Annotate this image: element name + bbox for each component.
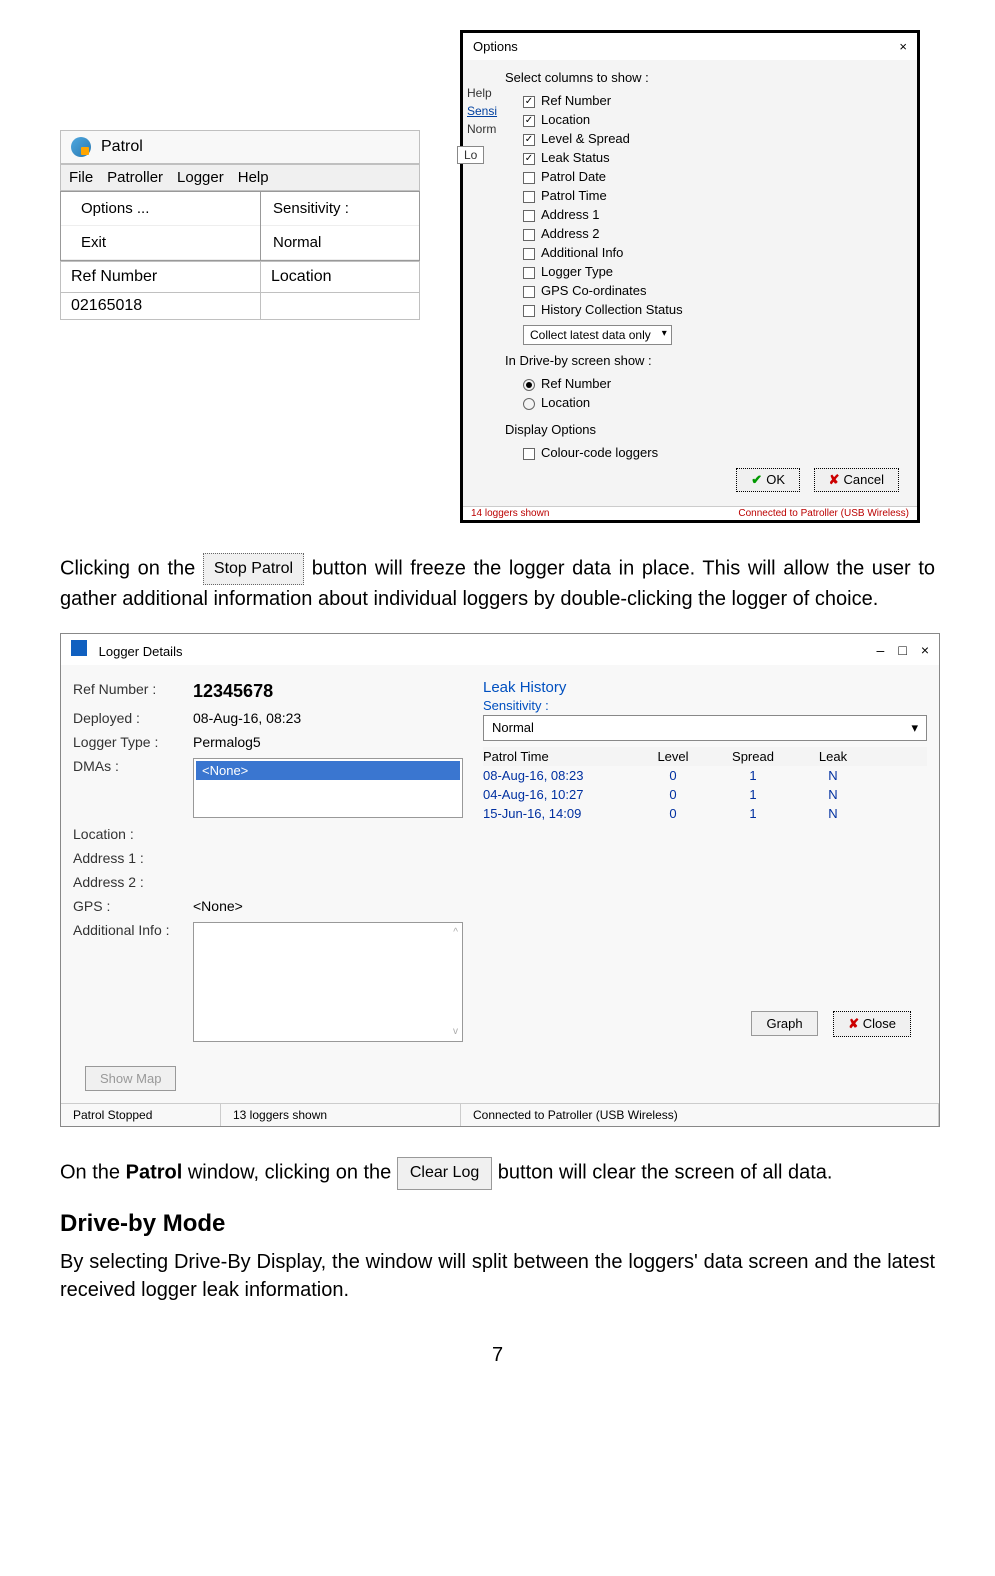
table-row[interactable]: 08-Aug-16, 08:23 0 1 N <box>483 766 927 785</box>
chk-patrol-date[interactable] <box>523 172 535 184</box>
status-loggers: 14 loggers shown <box>471 508 549 519</box>
chk-gps[interactable] <box>523 286 535 298</box>
cancel-button[interactable]: ✘Cancel <box>814 468 899 492</box>
driveby-show-heading: In Drive-by screen show : <box>505 353 909 368</box>
patrol-app-icon <box>71 137 91 157</box>
collect-select[interactable]: Collect latest data only <box>523 325 672 345</box>
radio-refnumber[interactable] <box>523 379 535 391</box>
paragraph-clear-log: On the Patrol window, clicking on the Cl… <box>60 1157 935 1189</box>
close-icon[interactable]: × <box>921 642 929 658</box>
chk-address1[interactable] <box>523 210 535 222</box>
menu-options[interactable]: Options ... <box>61 192 260 226</box>
table-row[interactable]: 04-Aug-16, 10:27 0 1 N <box>483 785 927 804</box>
sensitivity-select[interactable]: Normal▾ <box>483 715 927 741</box>
minimize-icon[interactable]: – <box>877 642 885 658</box>
select-columns-heading: Select columns to show : <box>505 70 909 85</box>
paragraph-drive-by: By selecting Drive-By Display, the windo… <box>60 1248 935 1304</box>
chk-location[interactable] <box>523 115 535 127</box>
table-row[interactable]: 15-Jun-16, 14:09 0 1 N <box>483 804 927 823</box>
col-header-refnumber[interactable]: Ref Number <box>61 262 261 292</box>
chk-address2[interactable] <box>523 229 535 241</box>
menubar: File Patroller Logger Help <box>60 164 420 191</box>
chk-colour-code[interactable] <box>523 448 535 460</box>
location-value <box>261 293 419 319</box>
ld-refnumber: 12345678 <box>193 681 463 702</box>
menu-patroller[interactable]: Patroller <box>107 169 163 186</box>
options-title: Options <box>473 39 518 54</box>
paragraph-stop-patrol: Clicking on the Stop Patrol button will … <box>60 553 935 613</box>
logger-details-window: Logger Details – □ × Ref Number :1234567… <box>60 633 940 1127</box>
logger-details-icon <box>71 640 87 656</box>
graph-button[interactable]: Graph <box>751 1011 817 1036</box>
chk-level-spread[interactable] <box>523 134 535 146</box>
ld-loggertype: Permalog5 <box>193 734 463 750</box>
ld-gps: <None> <box>193 898 463 914</box>
leak-table-header: Patrol Time Level Spread Leak <box>483 747 927 766</box>
chk-patrol-time[interactable] <box>523 191 535 203</box>
chk-leak-status[interactable] <box>523 153 535 165</box>
ok-button[interactable]: ✔OK <box>736 468 800 492</box>
clear-log-button[interactable]: Clear Log <box>397 1157 492 1189</box>
close-button[interactable]: ✘ Close <box>833 1011 911 1037</box>
background-labels: Help Sensi Norm Lo <box>467 68 505 498</box>
menu-file[interactable]: File <box>69 169 93 186</box>
logger-details-statusbar: Patrol Stopped 13 loggers shown Connecte… <box>61 1103 939 1126</box>
file-menu-open: Options ... Exit Sensitivity : Normal <box>60 191 420 261</box>
show-map-button[interactable]: Show Map <box>85 1066 176 1091</box>
chevron-down-icon: ▾ <box>911 720 918 736</box>
col-header-location[interactable]: Location <box>261 262 419 292</box>
sensitivity-value: Normal <box>261 226 419 260</box>
close-icon[interactable]: × <box>899 39 907 54</box>
heading-drive-by-mode: Drive-by Mode <box>60 1210 935 1238</box>
patrol-title: Patrol <box>101 138 143 156</box>
leak-history-heading: Leak History <box>483 679 927 696</box>
ref-number-value: 02165018 <box>61 293 261 319</box>
display-options-heading: Display Options <box>505 422 909 437</box>
sensitivity-label: Sensitivity : <box>261 192 419 226</box>
chk-logger-type[interactable] <box>523 267 535 279</box>
chk-refnumber[interactable] <box>523 96 535 108</box>
logger-details-title: Logger Details <box>99 644 183 659</box>
patrol-titlebar: Patrol <box>60 130 420 164</box>
dmas-item[interactable]: <None> <box>196 761 460 780</box>
additional-info-textarea[interactable]: ^v <box>193 922 463 1042</box>
chk-history-collection[interactable] <box>523 305 535 317</box>
page-number: 7 <box>60 1344 935 1367</box>
dmas-listbox[interactable]: <None> <box>193 758 463 818</box>
stop-patrol-button[interactable]: Stop Patrol <box>203 553 304 585</box>
menu-exit[interactable]: Exit <box>61 226 260 260</box>
options-dialog: Options × Help Sensi Norm Lo Select colu… <box>460 30 920 523</box>
radio-location[interactable] <box>523 398 535 410</box>
maximize-icon[interactable]: □ <box>898 642 906 658</box>
patrol-menu-panel: Patrol File Patroller Logger Help Option… <box>60 130 420 320</box>
chk-additional-info[interactable] <box>523 248 535 260</box>
menu-help[interactable]: Help <box>238 169 269 186</box>
status-connection: Connected to Patroller (USB Wireless) <box>738 508 909 519</box>
menu-logger[interactable]: Logger <box>177 169 224 186</box>
ld-deployed: 08-Aug-16, 08:23 <box>193 710 463 726</box>
